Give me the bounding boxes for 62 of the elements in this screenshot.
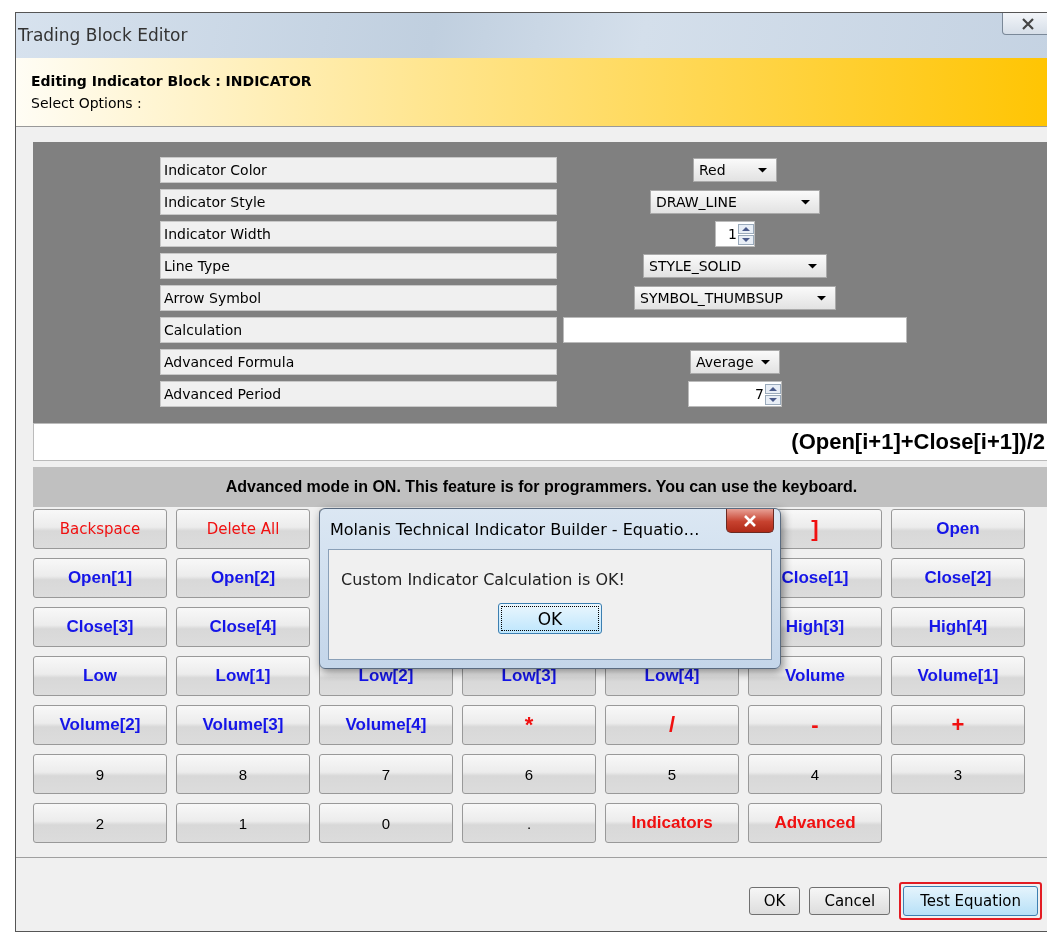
dialog-title: Molanis Technical Indicator Builder - Equatio… xyxy=(329,519,700,539)
keypad-key[interactable]: Volume[4] xyxy=(319,705,453,745)
keypad-key[interactable]: 5 xyxy=(605,754,739,794)
dropdown-arrow-icon xyxy=(760,359,771,365)
keypad-key[interactable]: 7 xyxy=(319,754,453,794)
keypad-key[interactable]: Volume xyxy=(748,656,882,696)
highlighted-button[interactable]: Test Equation xyxy=(899,882,1042,920)
keypad-key[interactable]: Open xyxy=(891,509,1025,549)
ok-button[interactable]: OK xyxy=(498,603,602,634)
dropdown[interactable]: Red xyxy=(693,158,777,182)
dropdown[interactable]: Average xyxy=(690,350,780,374)
formula-display: (Open[i+1]+Close[i+1])/2 xyxy=(33,423,1047,461)
header-title: Editing Indicator Block : INDICATOR xyxy=(31,73,313,89)
keypad-key[interactable]: Volume[3] xyxy=(176,705,310,745)
keypad-key[interactable]: Volume[1] xyxy=(891,656,1025,696)
keypad-key[interactable]: Low xyxy=(33,656,167,696)
dialog-button[interactable]: Cancel xyxy=(809,887,891,915)
option-label: Advanced Formula xyxy=(160,349,557,375)
option-label: Line Type xyxy=(160,253,557,279)
header-subtitle: Select Options : xyxy=(31,95,143,111)
keypad-key[interactable]: 3 xyxy=(891,754,1025,794)
option-label: Advanced Period xyxy=(160,381,557,407)
keypad-key[interactable]: Volume[2] xyxy=(33,705,167,745)
keypad-key[interactable]: . xyxy=(462,803,596,843)
dropdown-arrow-icon xyxy=(757,167,768,173)
calculation-field[interactable] xyxy=(563,317,907,343)
option-label: Calculation xyxy=(160,317,557,343)
option-label: Arrow Symbol xyxy=(160,285,557,311)
dropdown[interactable]: DRAW_LINE xyxy=(650,190,820,214)
close-button[interactable] xyxy=(1002,13,1047,35)
spin-field[interactable]: 7 xyxy=(688,381,782,407)
spin-field[interactable]: 1 xyxy=(715,221,755,247)
keypad-key[interactable]: 2 xyxy=(33,803,167,843)
dropdown-arrow-icon xyxy=(816,295,827,301)
option-label: Indicator Style xyxy=(160,189,557,215)
dialog-message: Custom Indicator Calculation is OK! xyxy=(341,570,626,589)
keypad-key[interactable]: Low[1] xyxy=(176,656,310,696)
mode-notice: Advanced mode in ON. This feature is for programmers. You can use the keyboard. xyxy=(33,467,1047,507)
close-icon xyxy=(743,514,757,527)
dialog-button[interactable]: OK xyxy=(748,887,801,915)
keypad-key[interactable]: Close[4] xyxy=(176,607,310,647)
keypad-key[interactable]: Close[3] xyxy=(33,607,167,647)
keypad-key[interactable]: Close[2] xyxy=(891,558,1025,598)
option-label: Indicator Width xyxy=(160,221,557,247)
keypad-key[interactable]: Open[2] xyxy=(176,558,310,598)
keypad-key[interactable]: 8 xyxy=(176,754,310,794)
keypad-key[interactable]: 0 xyxy=(319,803,453,843)
keypad-key[interactable]: 1 xyxy=(176,803,310,843)
keypad-key[interactable]: Open[1] xyxy=(33,558,167,598)
dropdown[interactable]: STYLE_SOLID xyxy=(643,254,827,278)
window-title: Trading Block Editor xyxy=(17,24,188,45)
keypad-key[interactable]: 9 xyxy=(33,754,167,794)
keypad-key[interactable]: * xyxy=(462,705,596,745)
option-label: Indicator Color xyxy=(160,157,557,183)
keypad-key[interactable]: High[4] xyxy=(891,607,1025,647)
close-button[interactable] xyxy=(726,509,774,533)
dropdown[interactable]: SYMBOL_THUMBSUP xyxy=(634,286,836,310)
close-icon xyxy=(1020,17,1036,30)
keypad-key[interactable]: 4 xyxy=(748,754,882,794)
keypad-key[interactable]: 6 xyxy=(462,754,596,794)
dropdown-arrow-icon xyxy=(800,199,811,205)
dropdown-arrow-icon xyxy=(807,263,818,269)
